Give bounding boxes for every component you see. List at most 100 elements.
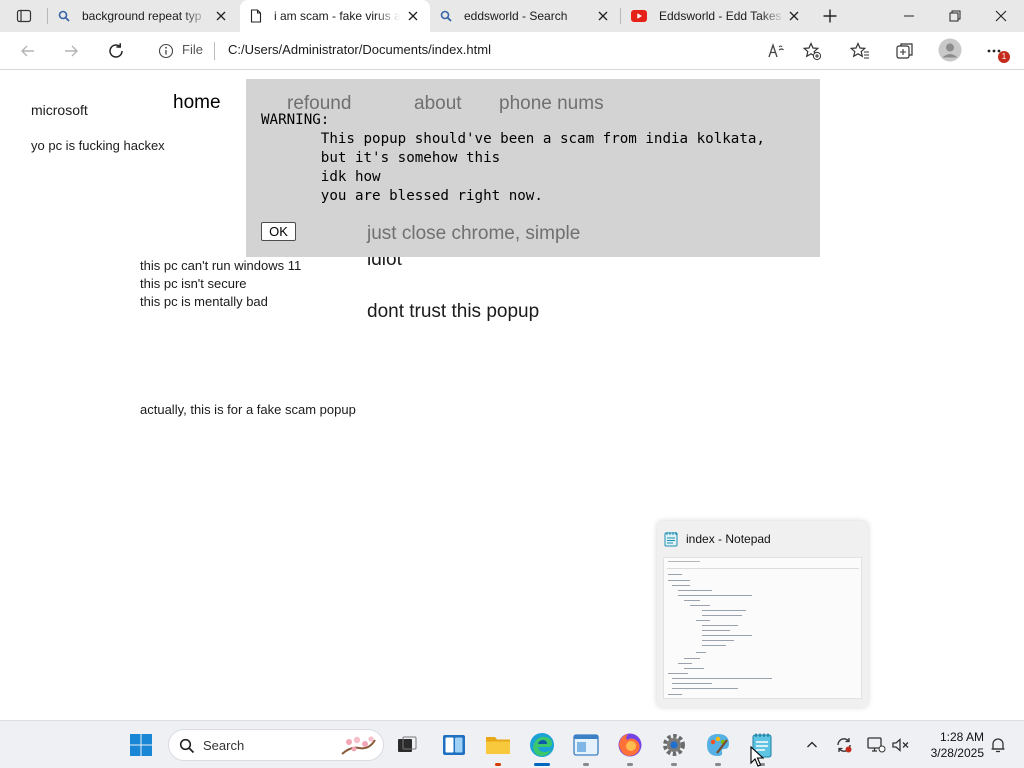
plus-icon — [823, 9, 837, 23]
tab-eddsworld-youtube[interactable]: Eddsworld - Edd Takes — [621, 0, 811, 32]
minimize-icon — [904, 15, 914, 17]
tab-fake-virus[interactable]: i am scam - fake virus a — [240, 0, 430, 32]
search-icon — [440, 10, 452, 22]
search-icon — [58, 10, 70, 22]
network-tray-button[interactable] — [866, 735, 886, 755]
show-hidden-icons-button[interactable] — [802, 735, 822, 755]
new-tab-button[interactable] — [818, 4, 842, 28]
refresh-icon — [109, 43, 123, 58]
arrow-right-icon — [65, 45, 78, 57]
sync-icon — [837, 738, 852, 753]
search-label: Search — [203, 738, 245, 753]
network-icon — [867, 737, 886, 753]
url-text[interactable]: C:/Users/Administrator/Documents/index.h… — [228, 42, 491, 57]
read-aloud-button[interactable] — [764, 39, 788, 63]
notepad-thumbnail — [663, 557, 862, 699]
volume-tray-button[interactable] — [891, 735, 911, 755]
notepad-preview-title: index - Notepad — [686, 532, 771, 546]
browser-toolbar: File C:/Users/Administrator/Documents/in… — [0, 32, 1024, 70]
restore-icon — [949, 10, 961, 22]
back-button[interactable] — [15, 38, 41, 64]
window-app-icon — [573, 734, 599, 756]
taskbar: Search 1:28 AM 3/28/2025 — [0, 720, 1024, 768]
tab-background-repeat[interactable]: background repeat typ — [48, 0, 238, 32]
close-window-button[interactable] — [978, 0, 1024, 32]
widgets-icon — [443, 735, 465, 755]
address-bar[interactable]: File C:/Users/Administrator/Documents/in… — [146, 36, 836, 66]
running-indicator — [715, 763, 721, 766]
page-icon — [250, 9, 262, 23]
add-favorite-button[interactable] — [800, 39, 824, 63]
firefox-button[interactable] — [614, 729, 646, 766]
arrow-left-icon — [21, 45, 34, 57]
brand-text: microsoft — [31, 102, 88, 118]
restore-button[interactable] — [932, 0, 978, 32]
running-indicator — [671, 763, 677, 766]
pc-line-windows: this pc can't run windows 11 — [140, 258, 302, 273]
warning-popup: refound about phone nums WARNING: This p… — [246, 79, 820, 257]
task-view-button[interactable] — [391, 729, 423, 761]
tab-strip: background repeat typ i am scam - fake v… — [0, 0, 1024, 32]
close-tab-icon[interactable] — [214, 9, 228, 23]
settings-menu-button[interactable]: 1 — [984, 39, 1010, 63]
settings-app-button[interactable] — [658, 729, 690, 766]
taskbar-search[interactable]: Search — [168, 729, 384, 761]
actually-text: actually, this is for a fake scam popup — [140, 402, 356, 417]
tab-eddsworld-search[interactable]: eddsworld - Search — [430, 0, 620, 32]
search-highlight-icon — [341, 736, 376, 755]
clock-time: 1:28 AM — [939, 730, 984, 744]
paint-app-button[interactable] — [702, 729, 734, 766]
read-aloud-icon — [768, 42, 784, 58]
close-tab-icon[interactable] — [406, 9, 420, 23]
close-icon — [995, 10, 1007, 22]
file-explorer-button[interactable] — [482, 729, 514, 766]
paint-palette-icon — [707, 734, 729, 756]
close-tab-icon[interactable] — [787, 9, 801, 23]
warning-message: WARNING: This popup should've been a sca… — [261, 112, 765, 204]
mouse-cursor-icon — [750, 746, 764, 767]
clock-date: 3/28/2025 — [930, 746, 984, 760]
widgets-button[interactable] — [438, 729, 470, 761]
edge-button[interactable] — [526, 729, 558, 766]
tab-title: eddsworld - Search — [464, 9, 568, 23]
ok-button[interactable]: OK — [261, 222, 296, 241]
notifications-button[interactable] — [988, 735, 1008, 755]
tab-title: i am scam - fake virus a — [274, 9, 400, 23]
refresh-button[interactable] — [103, 38, 129, 64]
app-window-button[interactable] — [570, 729, 602, 766]
address-separator — [214, 42, 215, 60]
edge-icon — [530, 733, 554, 757]
collections-button[interactable] — [893, 39, 917, 63]
close-tab-icon[interactable] — [596, 9, 610, 23]
firefox-icon — [618, 733, 642, 757]
notification-bell-icon — [991, 738, 1005, 753]
web-page: microsoft yo pc is fucking hackex home t… — [0, 71, 1024, 720]
info-icon[interactable] — [158, 43, 174, 59]
clock[interactable]: 1:28 AM 3/28/2025 — [920, 729, 984, 761]
minimize-button[interactable] — [886, 0, 932, 32]
notepad-preview[interactable]: index - Notepad — [657, 521, 868, 707]
volume-muted-icon — [892, 738, 909, 752]
avatar-icon — [938, 38, 962, 62]
star-add-icon — [802, 42, 822, 61]
notepad-icon — [664, 532, 678, 547]
running-indicator — [583, 763, 589, 766]
task-view-icon — [398, 736, 417, 752]
dont-trust-text: dont trust this popup — [367, 301, 540, 322]
favorites-button[interactable] — [848, 39, 872, 63]
nav-home-link[interactable]: home — [173, 92, 221, 114]
collections-icon — [896, 43, 913, 59]
start-button[interactable] — [125, 729, 157, 761]
running-indicator — [627, 763, 633, 766]
active-indicator — [534, 763, 550, 766]
tab-actions-menu-icon[interactable] — [8, 4, 40, 28]
tab-title: background repeat typ — [82, 9, 202, 23]
scheme-label: File — [182, 42, 203, 57]
tab-title: Eddsworld - Edd Takes — [659, 9, 782, 23]
profile-button[interactable] — [937, 37, 963, 63]
sync-tray-button[interactable] — [834, 735, 854, 755]
pc-line-mental: this pc is mentally bad — [140, 294, 268, 309]
chevron-up-icon — [807, 741, 817, 748]
search-icon — [179, 738, 195, 754]
forward-button[interactable] — [58, 38, 84, 64]
